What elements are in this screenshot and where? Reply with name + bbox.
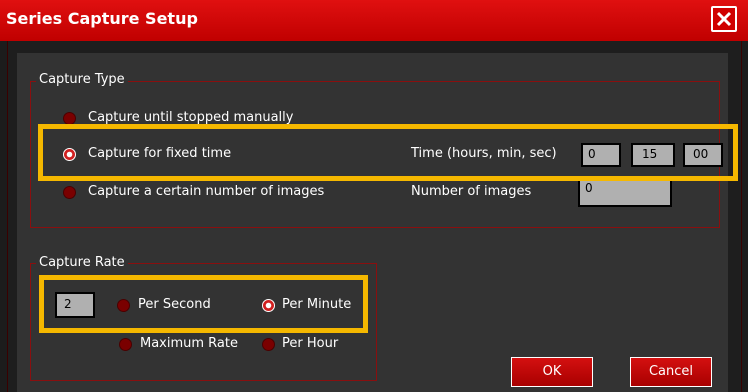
images-count-input[interactable]: 0	[578, 177, 672, 207]
capture-count-radio[interactable]	[63, 186, 76, 199]
close-button[interactable]	[711, 6, 737, 32]
dialog-window: Series Capture Setup Capture Type Captur…	[0, 0, 748, 392]
fixed-time-highlight	[38, 124, 738, 181]
cancel-button[interactable]: Cancel	[630, 357, 712, 387]
capture-count-label: Capture a certain number of images	[88, 184, 325, 199]
per-hour-label: Per Hour	[282, 336, 339, 351]
capture-rate-legend: Capture Rate	[36, 255, 128, 270]
maximum-rate-radio[interactable]	[119, 338, 132, 351]
title-bar[interactable]: Series Capture Setup	[0, 0, 748, 41]
window-title: Series Capture Setup	[6, 9, 198, 28]
maximum-rate-label: Maximum Rate	[140, 336, 238, 351]
capture-rate-highlight	[39, 275, 368, 333]
per-hour-radio[interactable]	[262, 338, 275, 351]
capture-type-legend: Capture Type	[36, 72, 128, 87]
capture-manual-label: Capture until stopped manually	[88, 110, 294, 125]
close-icon	[716, 11, 732, 27]
images-label: Number of images	[411, 184, 532, 199]
ok-button[interactable]: OK	[511, 357, 593, 387]
